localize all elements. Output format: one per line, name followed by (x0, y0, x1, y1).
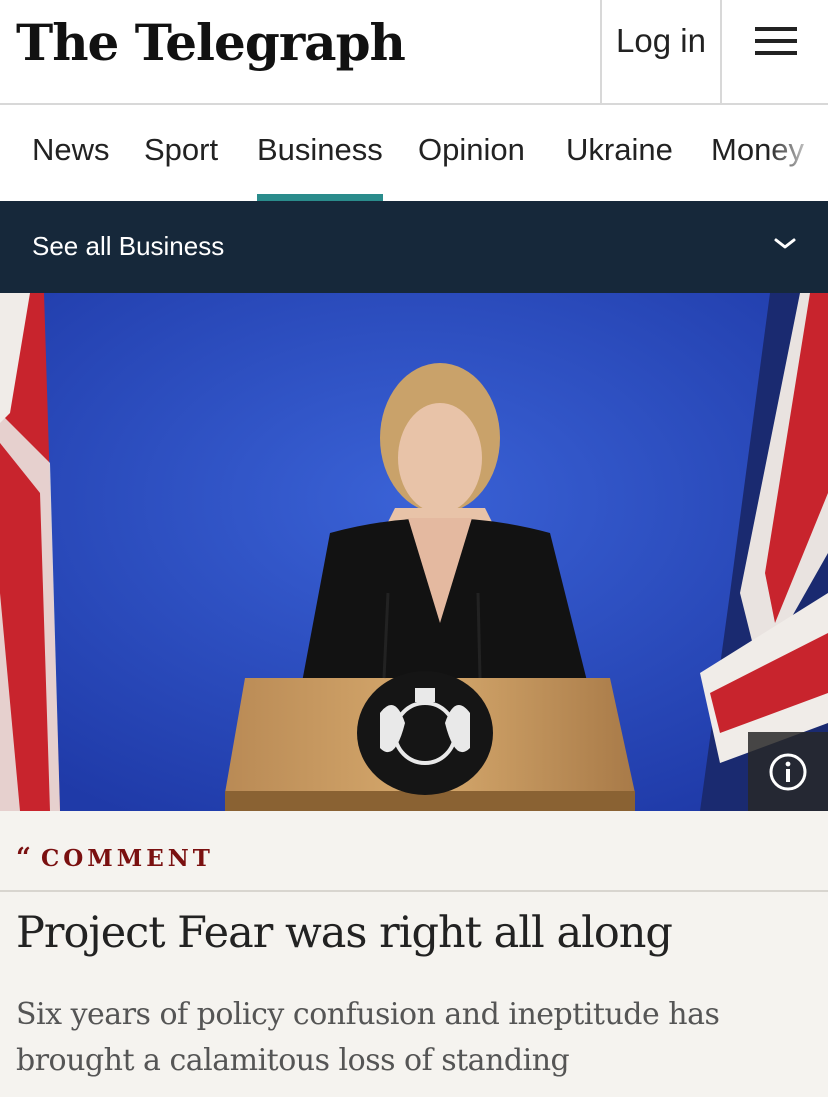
comment-kicker: “ COMMENT (16, 838, 214, 878)
nav-fade (768, 105, 828, 201)
section-dropdown-label: See all Business (32, 231, 225, 261)
login-button[interactable]: Log in (600, 0, 722, 103)
nav-item-ukraine[interactable]: Ukraine (566, 105, 673, 201)
image-info-button[interactable] (748, 732, 828, 811)
nav-item-news[interactable]: News (32, 105, 110, 201)
nav-item-opinion[interactable]: Opinion (418, 105, 525, 201)
hamburger-menu-icon (755, 26, 797, 55)
quote-icon: “ (16, 843, 31, 873)
chevron-down-icon (774, 238, 796, 249)
primary-nav: News Sport Business Opinion Ukraine Mone… (0, 105, 828, 201)
telegraph-logo[interactable]: The Telegraph (16, 8, 406, 88)
press-conference-photo (0, 293, 828, 811)
info-icon (769, 753, 807, 790)
site-header: The Telegraph Log in (0, 0, 828, 105)
kicker-label: COMMENT (40, 845, 214, 872)
article-headline: Project Fear was right all along (16, 908, 673, 958)
hero-image (0, 293, 828, 811)
article-standfirst: Six years of policy confusion and inepti… (16, 997, 720, 1078)
section-dropdown[interactable]: See all Business (0, 201, 828, 293)
nav-item-business[interactable]: Business (257, 105, 383, 201)
login-label: Log in (616, 21, 706, 59)
nav-item-sport[interactable]: Sport (144, 105, 218, 201)
menu-button[interactable] (724, 0, 828, 103)
divider (0, 890, 828, 892)
